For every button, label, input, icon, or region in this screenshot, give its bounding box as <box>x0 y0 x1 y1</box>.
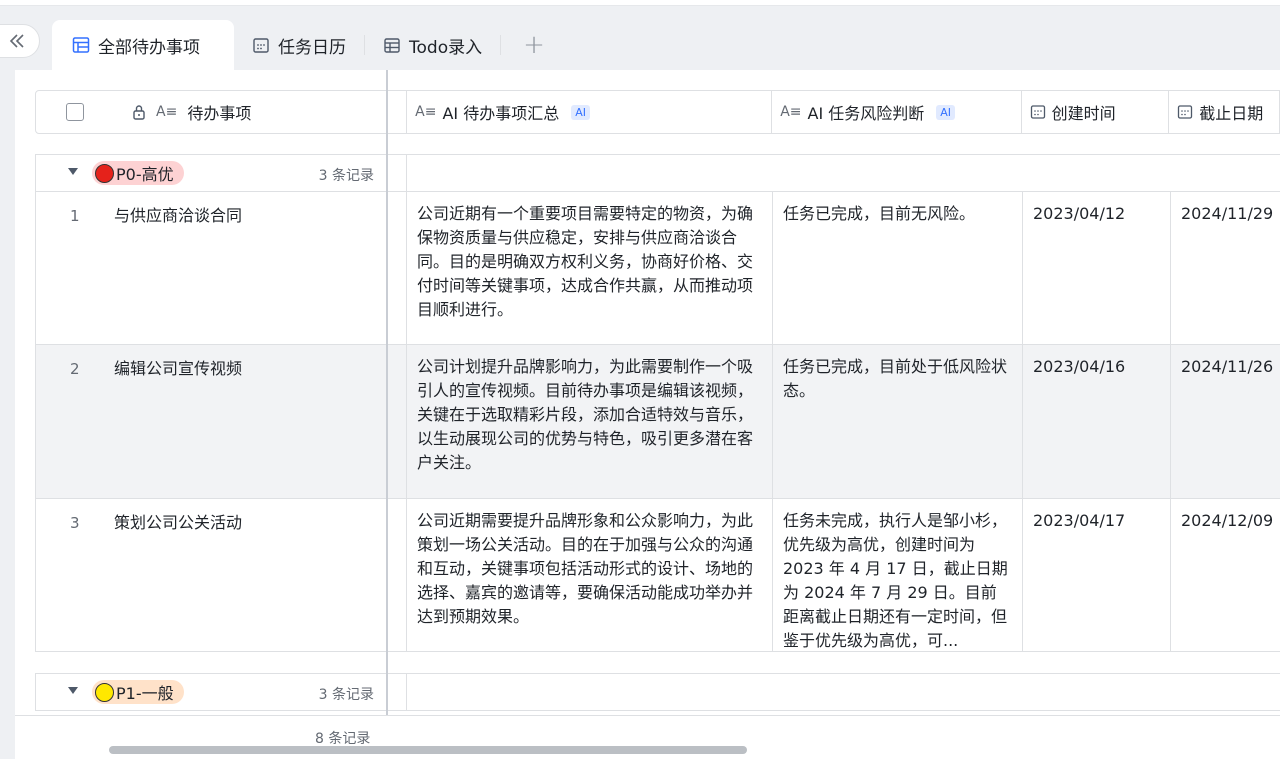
add-view-button[interactable]: + <box>501 30 567 60</box>
group-header-p1[interactable]: P1-一般 3 条记录 <box>35 673 1280 711</box>
date-field-icon <box>1030 105 1045 119</box>
row-number: 2 <box>70 360 80 378</box>
group-header-left: P1-一般 3 条记录 <box>35 674 407 710</box>
group-header-left: P0-高优 3 条记录 <box>35 155 407 191</box>
priority-label: P1-一般 <box>116 684 174 703</box>
header-cell-todo[interactable]: A≡ 待办事项 <box>36 91 408 133</box>
cell-todo[interactable]: 2 编辑公司宣传视频 <box>35 345 407 498</box>
table-row[interactable]: 1 与供应商洽谈合同 公司近期有一个重要项目需要特定的物资，为确保物资质量与供应… <box>35 192 1280 345</box>
group-record-count: 3 条记录 <box>318 168 374 184</box>
cell-due[interactable]: 2024/12/09 <box>1171 499 1280 651</box>
header-cell-due[interactable]: 截止日期 <box>1169 91 1279 133</box>
tab-label: Todo录入 <box>409 37 483 58</box>
cell-todo[interactable]: 3 策划公司公关活动 <box>35 499 407 651</box>
group-header-p0[interactable]: P0-高优 3 条记录 <box>35 154 1280 192</box>
cell-created[interactable]: 2023/04/16 <box>1023 345 1171 498</box>
column-label: 待办事项 <box>187 104 252 123</box>
cell-ai-risk[interactable]: 任务已完成，目前处于低风险状态。 <box>773 345 1023 498</box>
tab-all-todos[interactable]: 全部待办事项 <box>52 20 234 70</box>
collapse-caret-icon[interactable] <box>68 687 78 694</box>
date-field-icon <box>1178 105 1193 119</box>
tab-label: 全部待办事项 <box>98 37 200 58</box>
ai-badge: AI <box>936 104 956 120</box>
tab-label: 任务日历 <box>278 37 346 58</box>
cell-created[interactable]: 2023/04/17 <box>1023 499 1171 651</box>
table-row[interactable]: 3 策划公司公关活动 公司近期需要提升品牌形象和公众影响力，为此策划一场公关活动… <box>35 499 1280 652</box>
todo-title: 策划公司公关活动 <box>114 513 243 532</box>
todo-title: 编辑公司宣传视频 <box>114 359 243 378</box>
table-header: A≡ 待办事项 A≡ AI 待办事项汇总 AI A≡ AI 任务风险判断 AI … <box>35 90 1280 134</box>
table-row[interactable]: 2 编辑公司宣传视频 公司计划提升品牌影响力，为此需要制作一个吸引人的宣传视频。… <box>35 345 1280 499</box>
text-field-icon: A≡ <box>780 104 802 120</box>
horizontal-scrollbar[interactable] <box>109 746 747 754</box>
plus-icon: + <box>523 30 545 60</box>
column-label: 创建时间 <box>1051 104 1116 123</box>
column-label: AI 任务风险判断 <box>807 104 925 123</box>
text-field-icon: A≡ <box>156 104 178 120</box>
column-label: 截止日期 <box>1199 104 1264 123</box>
priority-dot-icon <box>95 163 114 183</box>
collapse-sidebar-button[interactable] <box>0 24 40 58</box>
priority-label: P0-高优 <box>116 165 174 184</box>
tab-task-calendar[interactable]: 任务日历 <box>234 20 364 70</box>
view-tabs: 全部待办事项 任务日历 Todo录入 + <box>52 20 567 70</box>
cell-due[interactable]: 2024/11/26 <box>1171 345 1280 498</box>
cell-todo[interactable]: 1 与供应商洽谈合同 <box>35 192 407 344</box>
collapse-caret-icon[interactable] <box>68 168 78 175</box>
priority-dot-icon <box>95 682 114 702</box>
cell-ai-summary[interactable]: 公司近期需要提升品牌形象和公众影响力，为此策划一场公关活动。目的在于加强与公众的… <box>407 499 773 651</box>
frozen-column-divider[interactable] <box>386 70 388 759</box>
total-record-count: 8 条记录 <box>315 731 371 747</box>
cell-created[interactable]: 2023/04/12 <box>1023 192 1171 344</box>
cell-ai-summary[interactable]: 公司近期有一个重要项目需要特定的物资，为确保物资质量与供应稳定，安排与供应商洽谈… <box>407 192 773 344</box>
cell-ai-risk[interactable]: 任务已完成，目前无风险。 <box>773 192 1023 344</box>
priority-tag: P0-高优 <box>92 161 184 185</box>
header-cell-created[interactable]: 创建时间 <box>1022 91 1170 133</box>
lock-icon <box>133 105 145 120</box>
tab-todo-entry[interactable]: Todo录入 <box>365 20 500 70</box>
text-field-icon: A≡ <box>415 104 437 120</box>
grid-table-icon <box>72 37 90 53</box>
header-cell-ai-risk[interactable]: A≡ AI 任务风险判断 AI <box>772 91 1022 133</box>
cell-due[interactable]: 2024/11/29 <box>1171 192 1280 344</box>
table-panel: A≡ 待办事项 A≡ AI 待办事项汇总 AI A≡ AI 任务风险判断 AI … <box>15 70 1280 759</box>
double-chevron-left-icon <box>9 34 24 48</box>
group-record-count: 3 条记录 <box>318 687 374 703</box>
select-all-checkbox[interactable] <box>66 103 84 121</box>
row-number: 3 <box>70 514 80 532</box>
column-label: AI 待办事项汇总 <box>442 104 560 123</box>
todo-title: 与供应商洽谈合同 <box>114 206 243 225</box>
row-number: 1 <box>70 207 80 225</box>
calendar-icon <box>253 38 269 53</box>
header-cell-ai-summary[interactable]: A≡ AI 待办事项汇总 AI <box>407 91 773 133</box>
cell-ai-risk[interactable]: 任务未完成，执行人是邹小杉，优先级为高优，创建时间为 2023 年 4 月 17… <box>773 499 1023 651</box>
ai-badge: AI <box>571 104 590 120</box>
top-strip <box>0 0 1280 6</box>
cell-ai-summary[interactable]: 公司计划提升品牌影响力，为此需要制作一个吸引人的宣传视频。目前待办事项是编辑该视… <box>407 345 773 498</box>
form-table-icon <box>384 38 400 53</box>
priority-tag: P1-一般 <box>92 680 184 704</box>
